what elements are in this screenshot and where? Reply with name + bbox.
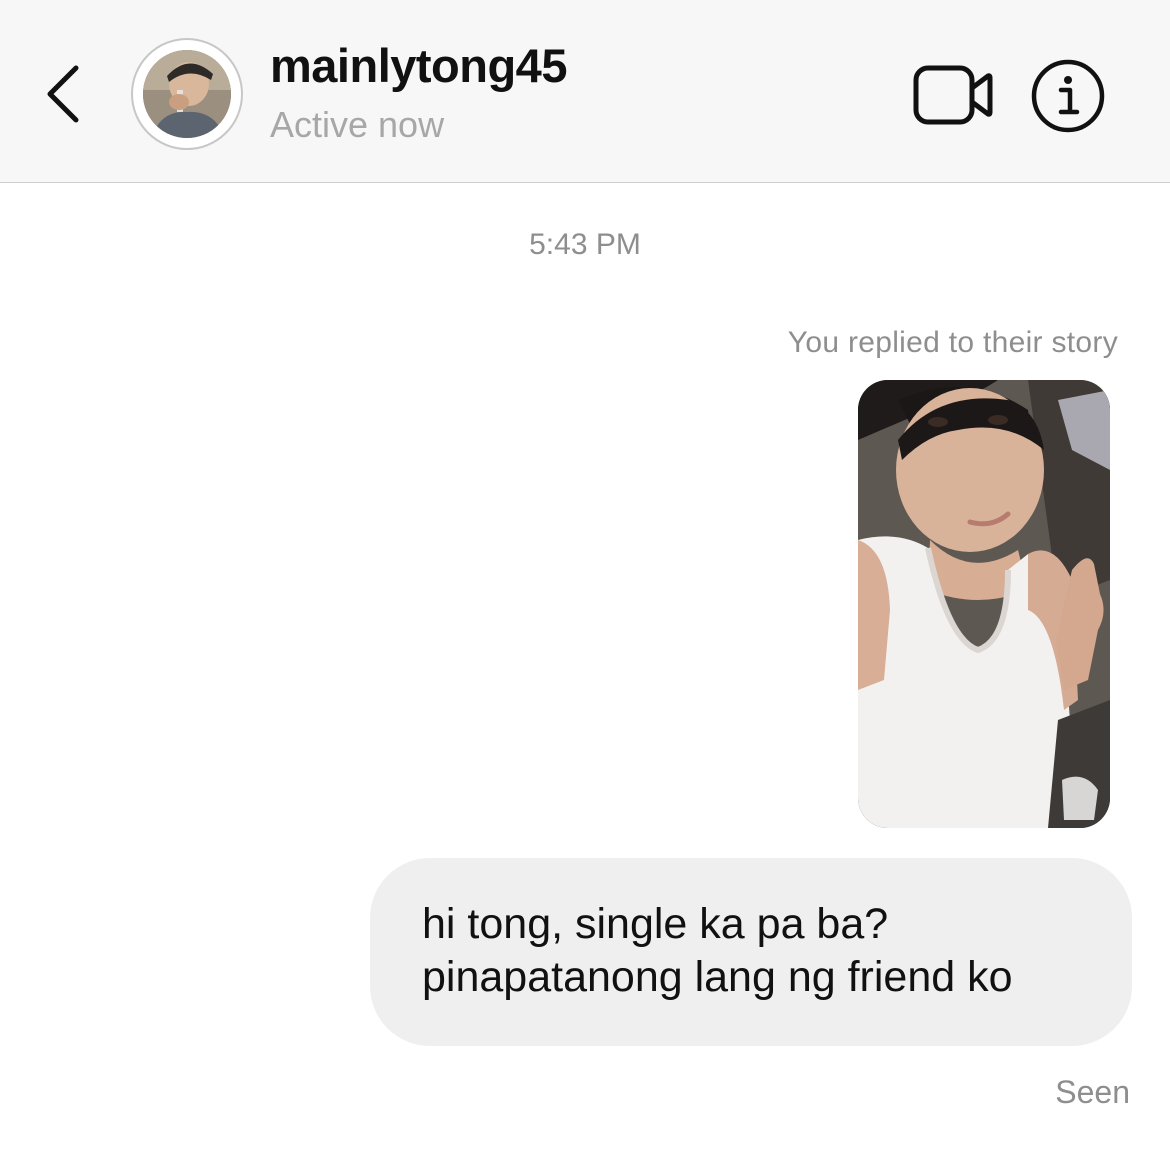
video-call-button[interactable] xyxy=(912,60,994,130)
avatar xyxy=(143,50,231,138)
story-photo xyxy=(858,380,1110,828)
story-reply-note: You replied to their story xyxy=(787,326,1118,359)
profile-avatar-button[interactable] xyxy=(131,38,243,150)
info-circle-icon xyxy=(1031,59,1105,133)
chat-header: mainlytong45 Active now xyxy=(0,0,1170,183)
message-text-line: pinapatanong lang ng friend ko xyxy=(422,953,1013,1001)
info-button[interactable] xyxy=(1030,58,1106,134)
sent-message-bubble[interactable]: hi tong, single ka pa ba? pinapatanong l… xyxy=(370,858,1132,1046)
message-text-line: hi tong, single ka pa ba? xyxy=(422,900,889,948)
seen-indicator: Seen xyxy=(1055,1074,1130,1110)
back-button[interactable] xyxy=(36,58,92,130)
active-status: Active now xyxy=(270,104,445,145)
chat-username[interactable]: mainlytong45 xyxy=(270,38,567,93)
story-thumbnail[interactable] xyxy=(858,380,1110,828)
video-camera-icon xyxy=(913,65,993,125)
message-timestamp: 5:43 PM xyxy=(529,228,641,261)
chevron-left-icon xyxy=(47,65,79,123)
